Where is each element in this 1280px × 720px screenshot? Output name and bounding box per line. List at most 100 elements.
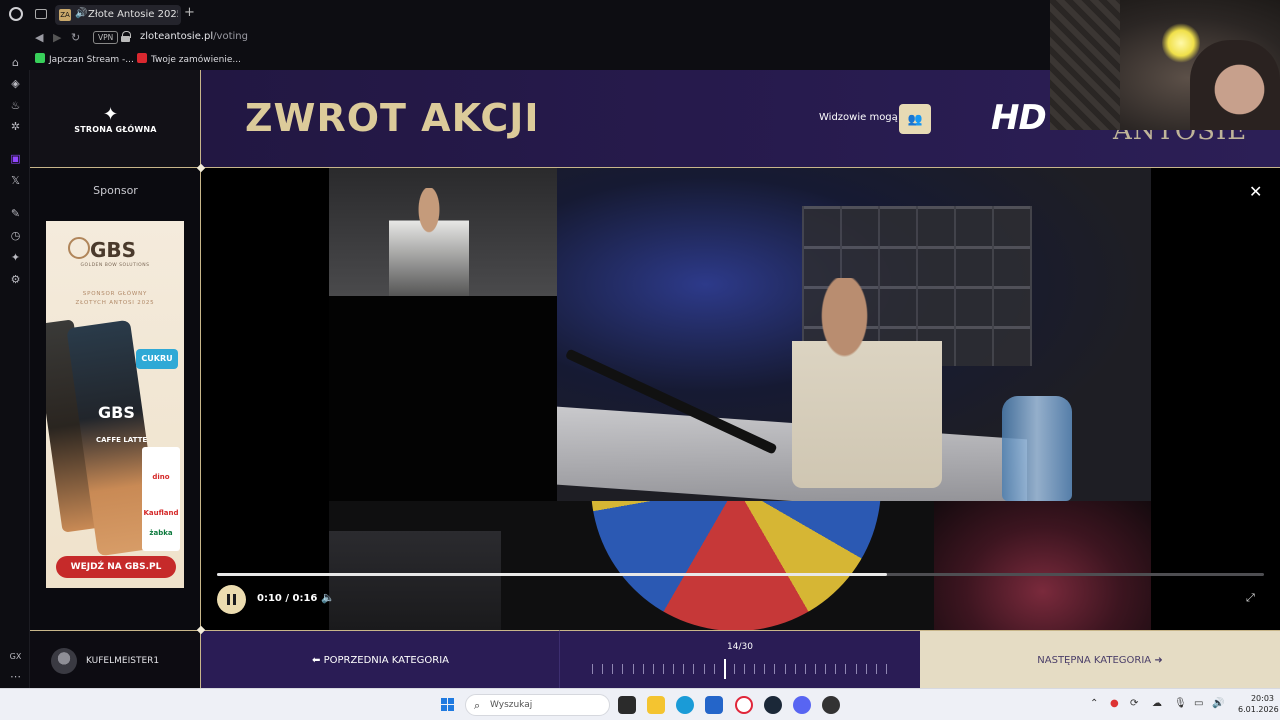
category-tick[interactable] (825, 664, 826, 674)
next-category-label: NASTĘPNA KATEGORIA (1037, 655, 1152, 666)
category-tick[interactable] (592, 664, 593, 674)
opera-tools-icon[interactable]: ✎ (9, 207, 22, 220)
category-tick[interactable] (663, 664, 664, 674)
video-facecam-bottom-right (934, 501, 1151, 630)
category-tick[interactable] (785, 664, 786, 674)
ad-store: dino (152, 473, 170, 481)
category-tick[interactable] (856, 664, 857, 674)
lock-icon[interactable] (121, 31, 131, 42)
category-tick[interactable] (744, 664, 745, 674)
ad-cta-button[interactable]: WEJDŹ NA GBS.PL (56, 556, 176, 578)
extensions-icon[interactable]: ✦ (9, 251, 22, 264)
steam-icon[interactable] (764, 696, 782, 714)
viewers-group-button[interactable]: 👥 (899, 104, 931, 134)
user-panel[interactable]: KUFELMEISTER1 (30, 630, 201, 688)
reload-icon[interactable]: ↻ (71, 31, 80, 44)
video-time: 0:10 / 0:16 (257, 593, 318, 604)
next-category-button[interactable]: NASTĘPNA KATEGORIA ➜ (920, 630, 1280, 688)
discord-icon[interactable] (793, 696, 811, 714)
category-tick[interactable] (653, 664, 654, 674)
windows-start-icon[interactable] (441, 698, 455, 712)
browser-tab[interactable]: ZA 🔊 Złote Antosie 2025 - N (55, 5, 181, 25)
video-player[interactable]: ✕ 0:10 / 0:16 🔈 ⤢ (201, 168, 1280, 630)
tray-sync-icon[interactable]: ⟳ (1130, 698, 1138, 709)
tray-mic-icon[interactable]: 🎙 (1174, 698, 1187, 709)
category-tick[interactable] (754, 664, 755, 674)
category-tick[interactable] (602, 664, 603, 674)
video-frame[interactable] (329, 168, 1151, 630)
category-ticks[interactable] (592, 659, 888, 679)
category-tick[interactable] (866, 664, 867, 674)
sponsor-ad-banner[interactable]: GBS GOLDEN BOW SOLUTIONS SPONSOR GŁÓWNY … (46, 221, 184, 588)
category-tick[interactable] (764, 664, 765, 674)
video-main-cam (557, 168, 1151, 518)
category-tick[interactable] (774, 664, 775, 674)
sponsor-label: Sponsor (93, 184, 138, 197)
opera-flow-icon[interactable]: ◈ (9, 77, 22, 90)
x-twitter-icon[interactable]: 𝕏 (9, 174, 22, 187)
tray-network-icon[interactable]: ▭ (1194, 698, 1203, 709)
opera-gx-icon[interactable] (735, 696, 753, 714)
file-explorer-icon[interactable] (647, 696, 665, 714)
category-tick[interactable] (693, 664, 694, 674)
gx-label[interactable]: GX (9, 650, 22, 663)
category-tick[interactable] (633, 664, 634, 674)
opera-settings-icon[interactable]: ✲ (9, 120, 22, 133)
twitch-icon[interactable]: ▣ (9, 152, 22, 165)
volume-icon[interactable]: 🔈 (321, 591, 335, 604)
edge-icon[interactable] (676, 696, 694, 714)
category-tick[interactable] (886, 664, 887, 674)
url-field[interactable]: zloteantosie.pl/voting (140, 31, 248, 42)
avatar (51, 648, 77, 674)
category-tick[interactable] (845, 664, 846, 674)
home-link[interactable]: ✦ STRONA GŁÓWNA (30, 70, 201, 168)
taskbar-search[interactable]: ⌕ Wyszukaj (465, 694, 610, 716)
taskbar-date: 6.01.2026 (1238, 705, 1279, 714)
category-tick[interactable] (876, 664, 877, 674)
category-tick-active[interactable] (724, 659, 726, 679)
bookmark-favicon-icon (137, 53, 147, 63)
gear-icon[interactable]: ⚙ (9, 273, 22, 286)
opera-home-icon[interactable]: ⌂ (9, 56, 22, 69)
more-icon[interactable]: ⋯ (9, 670, 22, 683)
category-tick[interactable] (795, 664, 796, 674)
task-view-icon[interactable] (618, 696, 636, 714)
pause-button[interactable] (217, 585, 246, 614)
category-tick[interactable] (734, 664, 735, 674)
store-icon[interactable] (705, 696, 723, 714)
category-tick[interactable] (704, 664, 705, 674)
history-icon[interactable]: ◷ (9, 229, 22, 242)
previous-category-button[interactable]: ⬅ POPRZEDNIA KATEGORIA (201, 630, 560, 688)
bookmark-item[interactable]: Japczan Stream -... (35, 53, 134, 65)
app-icon[interactable] (822, 696, 840, 714)
taskbar-search-placeholder: Wyszukaj (490, 700, 533, 710)
category-tick[interactable] (622, 664, 623, 674)
tray-cloud-icon[interactable]: ☁ (1152, 698, 1162, 709)
category-tick[interactable] (612, 664, 613, 674)
category-tick[interactable] (683, 664, 684, 674)
category-tick[interactable] (714, 664, 715, 674)
opera-logo-icon[interactable] (9, 7, 23, 21)
tab-islands-icon[interactable] (35, 9, 47, 19)
opera-fan-icon[interactable]: ♨ (9, 99, 22, 112)
video-progress-bar[interactable] (217, 573, 1264, 576)
vpn-badge[interactable]: VPN (93, 31, 119, 44)
tab-audio-icon[interactable]: 🔊 (75, 8, 87, 19)
close-icon[interactable]: ✕ (1249, 182, 1262, 201)
taskbar-clock[interactable]: 20:03 6.01.2026 (1238, 693, 1279, 715)
category-tick[interactable] (815, 664, 816, 674)
tray-app-icon[interactable]: ● (1110, 698, 1119, 709)
category-tick[interactable] (835, 664, 836, 674)
category-tick[interactable] (805, 664, 806, 674)
category-tick[interactable] (643, 664, 644, 674)
bookmark-item[interactable]: Twoje zamówienie... (137, 53, 241, 65)
tray-chevron-icon[interactable]: ⌃ (1090, 698, 1098, 709)
forward-icon[interactable]: ▶ (53, 31, 61, 44)
new-tab-button[interactable]: + (184, 5, 195, 20)
tray-volume-icon[interactable]: 🔊 (1212, 698, 1224, 709)
ad-flavor: CAFFE LATTE (96, 436, 148, 444)
back-icon[interactable]: ◀ (35, 31, 43, 44)
opera-sidebar: ⌂ ◈ ♨ ✲ ▣ 𝕏 ✎ ◷ ✦ ⚙ GX ⋯ (0, 56, 30, 688)
category-tick[interactable] (673, 664, 674, 674)
fullscreen-icon[interactable]: ⤢ (1246, 591, 1255, 605)
